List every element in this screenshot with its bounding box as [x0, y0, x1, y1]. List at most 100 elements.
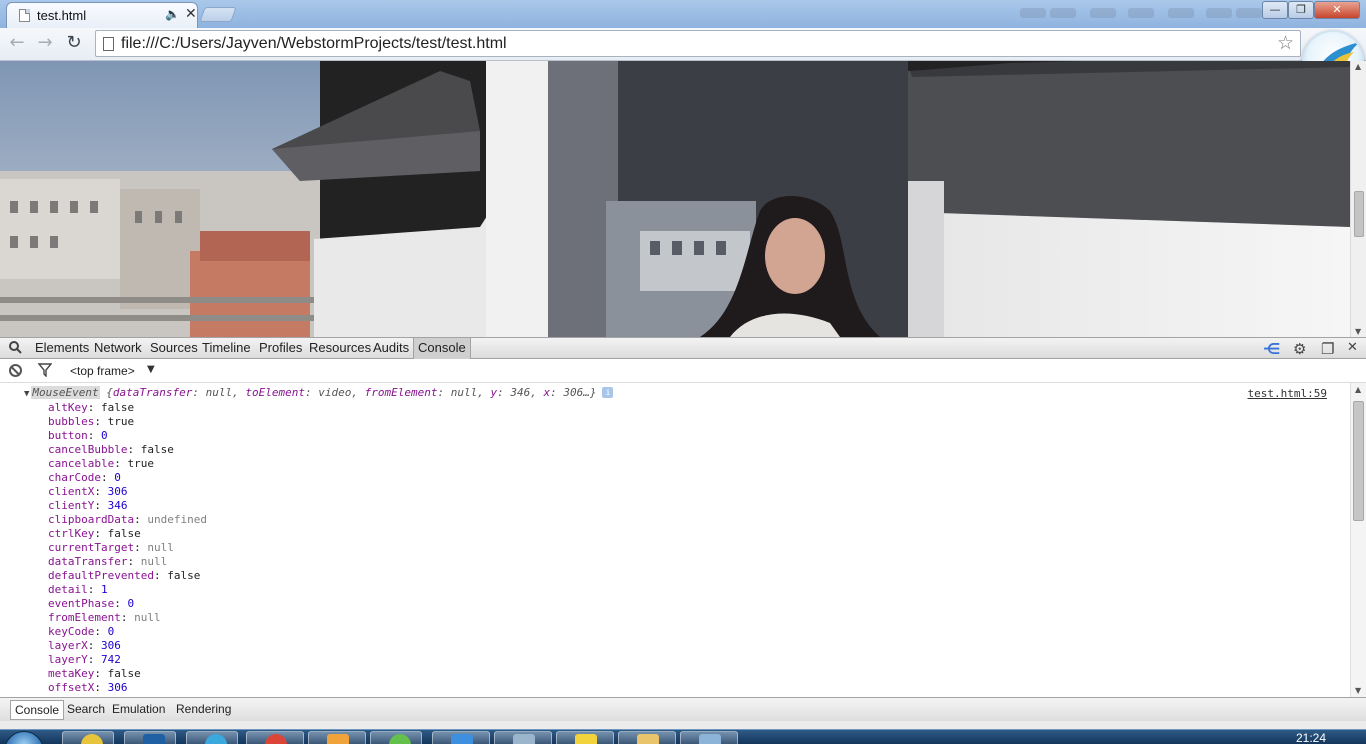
- property-row[interactable]: layerY: 742: [48, 653, 207, 667]
- tab-close-icon[interactable]: ✕: [185, 6, 197, 22]
- console-scroll-thumb[interactable]: [1353, 401, 1364, 521]
- start-button[interactable]: [4, 731, 44, 744]
- property-row[interactable]: detail: 1: [48, 583, 207, 597]
- tab-network[interactable]: Network: [90, 338, 146, 359]
- close-window-button[interactable]: ✕: [1314, 1, 1360, 19]
- drawer-tab-emulation[interactable]: Emulation: [108, 700, 169, 720]
- page-scrollbar[interactable]: ▲ ▼: [1350, 61, 1366, 337]
- browser-title-bar: test.html 🔈 ✕ — ❐ ✕: [0, 0, 1366, 28]
- close-devtools-icon[interactable]: ✕: [1347, 340, 1358, 355]
- property-row[interactable]: defaultPrevented: false: [48, 569, 207, 583]
- property-separator: :: [114, 457, 128, 470]
- property-key: ctrlKey: [48, 527, 95, 540]
- address-bar[interactable]: file:///C:/Users/Jayven/WebstormProjects…: [95, 30, 1301, 57]
- taskbar-app[interactable]: [618, 731, 676, 744]
- chevron-down-icon[interactable]: ▼: [147, 364, 155, 375]
- logged-object-summary[interactable]: ▼ MouseEvent {dataTransfer: null, toEleme…: [24, 386, 614, 399]
- browser-tab[interactable]: test.html 🔈 ✕: [6, 2, 198, 28]
- tab-sources[interactable]: Sources: [146, 338, 202, 359]
- frame-selector[interactable]: <top frame>: [70, 364, 135, 378]
- back-button[interactable]: ←: [6, 32, 28, 54]
- property-value: undefined: [147, 513, 207, 526]
- drawer-tab-console[interactable]: Console: [10, 700, 65, 720]
- property-row[interactable]: button: 0: [48, 429, 207, 443]
- clear-console-icon[interactable]: [9, 364, 22, 377]
- page-icon: [19, 9, 30, 22]
- show-drawer-icon[interactable]: ⋲: [1263, 340, 1280, 358]
- taskbar-clock[interactable]: 21:24: [1296, 731, 1326, 744]
- property-row[interactable]: dataTransfer: null: [48, 555, 207, 569]
- scroll-down-icon[interactable]: ▼: [1355, 327, 1361, 336]
- scroll-up-icon[interactable]: ▲: [1355, 62, 1361, 71]
- titlebar-blur: [1020, 8, 1046, 18]
- property-row[interactable]: currentTarget: null: [48, 541, 207, 555]
- property-row[interactable]: cancelable: true: [48, 457, 207, 471]
- property-key: clientY: [48, 499, 95, 512]
- property-key: defaultPrevented: [48, 569, 154, 582]
- taskbar-app[interactable]: [432, 731, 490, 744]
- url-text: file:///C:/Users/Jayven/WebstormProjects…: [121, 35, 507, 52]
- taskbar-app[interactable]: [494, 731, 552, 744]
- filter-icon[interactable]: [38, 363, 52, 377]
- tab-elements[interactable]: Elements: [31, 338, 93, 359]
- tab-console[interactable]: Console: [413, 338, 471, 359]
- property-value: 0: [107, 625, 115, 638]
- property-row[interactable]: bubbles: true: [48, 415, 207, 429]
- reload-button[interactable]: ↻: [63, 32, 85, 54]
- taskbar-app[interactable]: [62, 731, 114, 744]
- source-link[interactable]: test.html:59: [1248, 387, 1327, 400]
- property-key: bubbles: [48, 415, 95, 428]
- property-row[interactable]: offsetX: 306: [48, 681, 207, 695]
- property-row[interactable]: layerX: 306: [48, 639, 207, 653]
- property-value: null: [147, 541, 174, 554]
- expand-triangle-icon[interactable]: ▼: [24, 389, 29, 399]
- tab-timeline[interactable]: Timeline: [198, 338, 255, 359]
- taskbar-app[interactable]: [124, 731, 176, 744]
- tab-audits[interactable]: Audits: [369, 338, 413, 359]
- new-tab-button[interactable]: [199, 7, 237, 22]
- property-row[interactable]: eventPhase: 0: [48, 597, 207, 611]
- taskbar-app[interactable]: [556, 731, 614, 744]
- property-row[interactable]: ctrlKey: false: [48, 527, 207, 541]
- drawer-tab-rendering[interactable]: Rendering: [172, 700, 235, 720]
- gear-icon[interactable]: ⚙: [1293, 340, 1306, 358]
- bookmark-star-icon[interactable]: ☆: [1277, 32, 1294, 54]
- forward-button[interactable]: →: [34, 32, 56, 54]
- property-row[interactable]: charCode: 0: [48, 471, 207, 485]
- tab-title: test.html: [37, 8, 87, 23]
- console-scrollbar[interactable]: ▲ ▼: [1350, 383, 1366, 697]
- scroll-up-icon[interactable]: ▲: [1355, 385, 1361, 394]
- page-icon: [103, 37, 114, 51]
- property-row[interactable]: clipboardData: undefined: [48, 513, 207, 527]
- dock-icon[interactable]: ❐: [1321, 340, 1334, 358]
- property-row[interactable]: clientY: 346: [48, 499, 207, 513]
- taskbar-app[interactable]: [246, 731, 304, 744]
- property-row[interactable]: fromElement: null: [48, 611, 207, 625]
- maximize-button[interactable]: ❐: [1288, 1, 1314, 19]
- property-row[interactable]: keyCode: 0: [48, 625, 207, 639]
- scroll-down-icon[interactable]: ▼: [1355, 686, 1361, 695]
- property-row[interactable]: metaKey: false: [48, 667, 207, 681]
- property-value: 742: [101, 653, 121, 666]
- property-value: 1: [101, 583, 108, 596]
- video-player[interactable]: [0, 61, 1350, 337]
- taskbar-app[interactable]: [370, 731, 422, 744]
- property-separator: :: [127, 443, 141, 456]
- tab-resources[interactable]: Resources: [305, 338, 375, 359]
- titlebar-blur: [1206, 8, 1232, 18]
- titlebar-blur: [1050, 8, 1076, 18]
- minimize-button[interactable]: —: [1262, 1, 1288, 19]
- search-icon[interactable]: [9, 341, 22, 354]
- info-icon[interactable]: i: [602, 387, 614, 398]
- property-row[interactable]: cancelBubble: false: [48, 443, 207, 457]
- property-separator: :: [94, 485, 108, 498]
- drawer-tab-search[interactable]: Search: [63, 700, 109, 720]
- property-row[interactable]: clientX: 306: [48, 485, 207, 499]
- taskbar-app[interactable]: [680, 731, 738, 744]
- property-row[interactable]: altKey: false: [48, 401, 207, 415]
- property-separator: :: [94, 499, 108, 512]
- tab-profiles[interactable]: Profiles: [255, 338, 306, 359]
- taskbar-app[interactable]: [186, 731, 238, 744]
- taskbar-app[interactable]: [308, 731, 366, 744]
- page-scroll-thumb[interactable]: [1354, 191, 1364, 237]
